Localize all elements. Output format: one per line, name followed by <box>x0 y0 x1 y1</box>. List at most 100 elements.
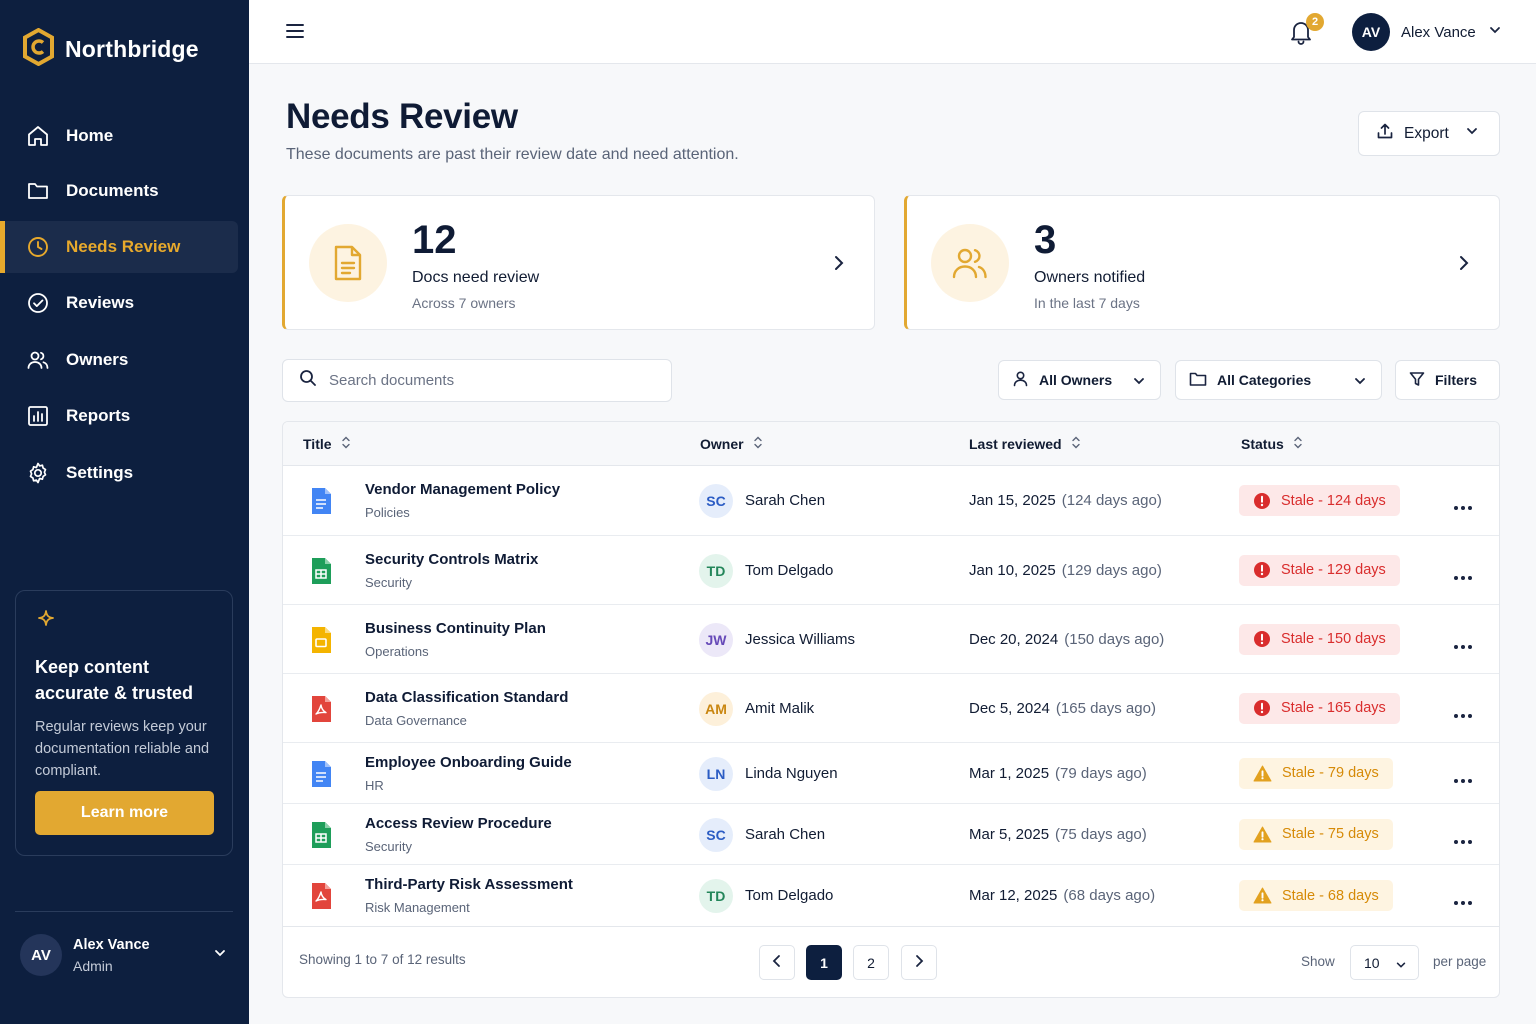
more-actions-icon[interactable] <box>1453 771 1473 789</box>
more-actions-icon[interactable] <box>1453 498 1473 516</box>
results-summary: Showing 1 to 7 of 12 results <box>299 952 466 967</box>
learn-more-button[interactable]: Learn more <box>35 791 214 835</box>
column-label: Title <box>303 436 332 452</box>
stat-card-docs-review[interactable]: 12 Docs need review Across 7 owners <box>282 195 875 330</box>
status-text: Stale - 150 days <box>1281 631 1386 647</box>
document-title[interactable]: Security Controls Matrix <box>365 551 538 568</box>
table-row[interactable]: Third-Party Risk Assessment Risk Manageme… <box>283 865 1499 927</box>
more-actions-icon[interactable] <box>1453 637 1473 655</box>
sidebar-item-reviews[interactable]: Reviews <box>0 277 238 329</box>
warning-icon <box>1253 765 1272 782</box>
more-actions-icon[interactable] <box>1453 832 1473 850</box>
filter-icon <box>1409 371 1425 390</box>
export-button[interactable]: Export <box>1358 111 1500 156</box>
table-row[interactable]: Employee Onboarding Guide HR LN Linda Nguye… <box>283 743 1499 804</box>
sidebar-item-documents[interactable]: Documents <box>0 165 238 217</box>
per-page-label: per page <box>1433 954 1487 969</box>
page-button-1[interactable]: 1 <box>806 945 842 980</box>
last-reviewed: Dec 20, 2024 (150 days ago) <box>969 631 1164 648</box>
sidebar-item-label: Reviews <box>66 293 135 312</box>
table-row[interactable]: Access Review Procedure Security SC Sarah C… <box>283 804 1499 865</box>
owners-filter-label: All Owners <box>1039 372 1113 388</box>
more-actions-icon[interactable] <box>1453 568 1473 586</box>
avatar: TD <box>699 879 733 913</box>
stat-label: Owners notified <box>1034 269 1146 286</box>
per-page-select[interactable]: 10 <box>1350 945 1419 980</box>
document-title[interactable]: Third-Party Risk Assessment <box>365 876 573 893</box>
warning-icon <box>1253 826 1272 843</box>
warning-icon <box>1253 887 1272 904</box>
brand[interactable]: Northbridge <box>22 27 199 71</box>
users-icon <box>26 348 50 372</box>
stat-card-owners-notified[interactable]: 3 Owners notified In the last 7 days <box>904 195 1500 330</box>
sidebar-user-role: Admin <box>73 957 113 974</box>
sort-icon <box>1294 436 1302 452</box>
document-title[interactable]: Access Review Procedure <box>365 815 552 832</box>
document-category: Data Governance <box>365 712 467 728</box>
sidebar-item-settings[interactable]: Settings <box>0 447 238 499</box>
avatar: AM <box>699 691 733 726</box>
avatar: JW <box>699 622 733 657</box>
owners-filter[interactable]: All Owners <box>998 360 1161 400</box>
status-badge: Stale - 150 days <box>1239 623 1400 655</box>
column-title[interactable]: Title <box>303 436 350 452</box>
table-row[interactable]: Business Continuity Plan Operations JW Jess… <box>283 605 1499 674</box>
next-page-button[interactable] <box>901 945 937 980</box>
stat-sub: Across 7 owners <box>412 295 516 311</box>
sidebar-item-home[interactable]: Home <box>0 110 238 162</box>
owner-name: Tom Delgado <box>745 887 834 904</box>
more-actions-icon[interactable] <box>1453 706 1473 724</box>
sidebar-item-needs-review[interactable]: Needs Review <box>0 221 238 273</box>
filters-button[interactable]: Filters <box>1395 360 1500 400</box>
more-actions-icon[interactable] <box>1453 893 1473 911</box>
last-reviewed-date: Mar 12, 2025 <box>969 887 1058 904</box>
chevron-down-icon <box>213 946 227 965</box>
document-title[interactable]: Vendor Management Policy <box>365 481 560 498</box>
last-reviewed: Jan 15, 2025 (124 days ago) <box>969 492 1162 509</box>
avatar: TD <box>699 553 733 588</box>
user-icon <box>1012 370 1029 390</box>
document-title[interactable]: Data Classification Standard <box>365 689 568 706</box>
filters-label: Filters <box>1435 372 1478 388</box>
days-ago: (150 days ago) <box>1064 630 1165 648</box>
document-category: Policies <box>365 505 410 520</box>
last-reviewed: Mar 12, 2025 (68 days ago) <box>969 887 1155 904</box>
gear-icon <box>26 461 50 485</box>
sidebar-item-reports[interactable]: Reports <box>0 390 238 442</box>
last-reviewed-date: Dec 20, 2024 <box>969 630 1059 648</box>
column-status[interactable]: Status <box>1241 436 1302 452</box>
table-row[interactable]: Data Classification Standard Data Governa… <box>283 674 1499 743</box>
topbar: 2 AV Alex Vance <box>249 0 1536 64</box>
document-title[interactable]: Employee Onboarding Guide <box>365 754 572 771</box>
days-ago: (165 days ago) <box>1055 699 1156 717</box>
search-input[interactable] <box>329 372 649 389</box>
days-ago: (68 days ago) <box>1063 887 1156 904</box>
status-text: Stale - 129 days <box>1281 562 1386 578</box>
page-button-2[interactable]: 2 <box>853 945 889 980</box>
column-last-reviewed[interactable]: Last reviewed <box>969 436 1080 452</box>
sidebar-item-label: Settings <box>66 463 134 482</box>
upload-icon <box>1376 122 1394 145</box>
page-title: Needs Review <box>286 97 518 136</box>
document-title[interactable]: Business Continuity Plan <box>365 620 546 637</box>
column-owner[interactable]: Owner <box>700 436 762 452</box>
chevron-left-icon <box>772 954 782 971</box>
table-row[interactable]: Vendor Management Policy Policies SC Sarah … <box>283 466 1499 536</box>
per-page-value: 10 <box>1364 954 1380 971</box>
status-text: Stale - 68 days <box>1282 887 1379 904</box>
google-sheet-icon <box>310 557 332 590</box>
stat-value: 12 <box>412 218 457 262</box>
table-row[interactable]: Security Controls Matrix Security TD Tom De… <box>283 536 1499 605</box>
menu-icon[interactable] <box>285 22 305 45</box>
check-circle-icon <box>26 291 50 315</box>
alert-circle-icon <box>1253 699 1271 717</box>
days-ago: (75 days ago) <box>1055 825 1147 843</box>
sidebar-user-menu[interactable]: AV Alex Vance Admin <box>20 933 235 977</box>
categories-filter[interactable]: All Categories <box>1175 360 1382 400</box>
sidebar-item-owners[interactable]: Owners <box>0 334 238 386</box>
user-menu[interactable]: AV Alex Vance <box>1352 13 1502 51</box>
prev-page-button[interactable] <box>759 945 795 980</box>
avatar: SC <box>699 484 733 518</box>
column-label: Status <box>1241 436 1284 452</box>
bar-chart-icon <box>26 404 50 428</box>
